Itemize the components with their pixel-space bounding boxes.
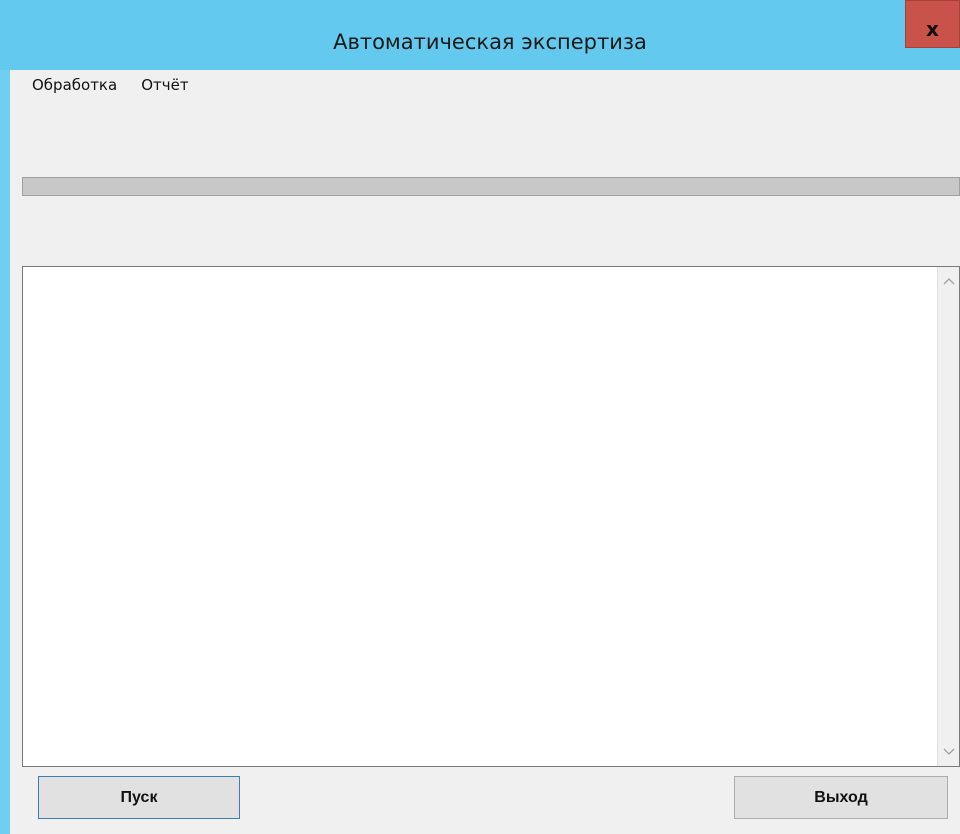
- chevron-down-icon[interactable]: [938, 738, 960, 766]
- vertical-scrollbar[interactable]: [937, 267, 959, 766]
- menu-bar: Обработка Отчёт: [28, 74, 193, 98]
- client-area: Обработка Отчёт Пуск Выход: [10, 70, 960, 834]
- title-bar: Автоматическая экспертиза x: [0, 0, 960, 70]
- exit-button[interactable]: Выход: [734, 776, 948, 819]
- output-text: [27, 271, 935, 762]
- menu-item-report[interactable]: Отчёт: [137, 74, 192, 98]
- menu-item-processing[interactable]: Обработка: [28, 74, 121, 98]
- window-title: Автоматическая экспертиза: [333, 30, 647, 54]
- close-icon: x: [926, 17, 939, 41]
- app-window: Автоматическая экспертиза x Обработка От…: [0, 0, 960, 834]
- close-button[interactable]: x: [905, 0, 960, 48]
- output-textbox[interactable]: [22, 266, 960, 767]
- chevron-up-icon[interactable]: [938, 267, 960, 295]
- progress-bar: [22, 177, 960, 196]
- start-button[interactable]: Пуск: [38, 776, 240, 819]
